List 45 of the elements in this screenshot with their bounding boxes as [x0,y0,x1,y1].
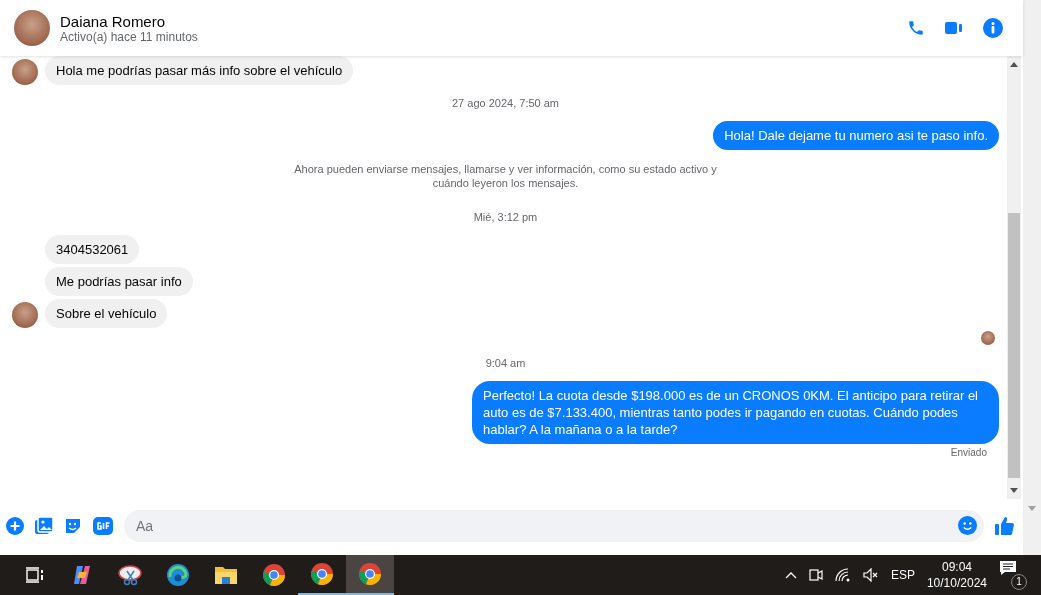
camera-icon[interactable] [808,567,823,583]
video-camera-icon[interactable] [945,20,963,36]
active-status: Activo(a) hace 11 minutos [60,29,198,44]
page-scrollbar[interactable] [1023,0,1041,555]
message-bubble: Me podrías pasar info [45,267,193,296]
message-bubble: Hola me podrías pasar más info sobre el vehículo [45,56,354,85]
phone-icon[interactable] [907,19,925,37]
clock-date[interactable]: 10/10/2024 [926,575,987,591]
timestamp: 27 ago 2024, 7:50 am [452,97,559,109]
image-icon[interactable] [35,517,53,535]
browser-icon [358,562,382,586]
clock-time[interactable]: 09:04 [941,559,972,575]
seen-avatar [981,331,995,345]
sticker-icon[interactable] [64,517,82,535]
message-bubble: 3404532061 [45,235,140,264]
avatar [12,302,38,328]
message-bubble: Hola! Dale dejame tu numero asi te paso info. [713,121,999,150]
gif-icon[interactable] [93,517,113,535]
plus-icon[interactable] [6,517,24,535]
browser-icon [262,563,286,587]
browser-icon [166,563,190,587]
info-icon[interactable] [983,18,1003,38]
message-bubble: Sobre el vehículo [45,299,168,328]
notification-count: 1 [1011,574,1027,590]
message-bubble: Perfecto! La cuota desde $198.000 es de un CRONOS 0KM. El anticipo para retirar el auto es de $7.133.400, mientras tanto podes ir pagando en cuotas. Cuándo podes hablar? A la mañana o a la tarde? [472,381,999,444]
scissors-icon [118,563,142,587]
task-view-icon[interactable] [26,567,44,583]
system-notice: Ahora pueden enviarse mensajes, llamarse y ver información, como su estado activo y cuándo leyeron los mensajes. [293,162,718,190]
notification-button[interactable]: 1 [999,560,1027,590]
scrollbar[interactable] [1007,56,1021,499]
language-indicator[interactable]: ESP [890,568,915,582]
chevron-up-icon[interactable] [784,571,797,579]
message-icon [999,560,1017,576]
timestamp: Mié, 3:12 pm [473,211,538,223]
thumbs-up-icon[interactable] [995,516,1015,536]
contact-name[interactable]: Daiana Romero [60,12,198,30]
speaker-muted-icon[interactable] [862,568,879,582]
avatar [12,59,38,85]
message-input[interactable]: Aa [124,510,984,542]
sent-status: Enviado [950,447,987,458]
timestamp: 9:04 am [485,357,526,369]
emoji-icon[interactable] [958,516,977,535]
avatar[interactable] [14,10,50,46]
browser-icon [310,562,334,586]
wifi-icon[interactable] [834,568,851,582]
